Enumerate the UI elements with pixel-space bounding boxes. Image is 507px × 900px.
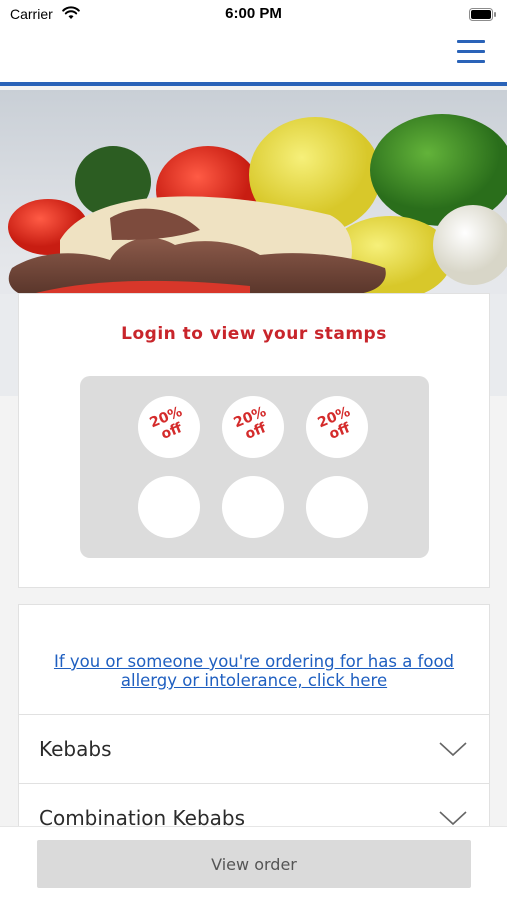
allergy-link-line[interactable]: If you or someone you're ordering for ha… [19,652,489,671]
stamp-slot: 20% off [222,396,284,458]
stamp-slot-empty [222,476,284,538]
stamp-grid: 20% off 20% off 20% off [80,376,429,558]
menu-card: If you or someone you're ordering for ha… [18,604,490,864]
status-bar: Carrier 6:00 PM [0,0,507,28]
stamp-login-prompt[interactable]: Login to view your stamps [19,324,489,344]
battery-icon [469,6,497,25]
allergy-info-link[interactable]: If you or someone you're ordering for ha… [19,652,489,690]
stamp-slot-empty [306,476,368,538]
allergy-link-line[interactable]: allergy or intolerance, click here [19,671,489,690]
stamp-slot-empty [138,476,200,538]
clock: 6:00 PM [225,5,282,22]
category-row-kebabs[interactable]: Kebabs [19,714,489,784]
hamburger-menu-icon[interactable] [457,40,485,66]
category-label: Kebabs [39,737,112,761]
bottom-bar: View order [0,826,507,900]
stamp-slot: 20% off [306,396,368,458]
chevron-down-icon [439,741,467,761]
top-navbar [0,28,507,86]
stamp-slot: 20% off [138,396,200,458]
view-order-button[interactable]: View order [37,840,471,888]
stamp-card: Login to view your stamps 20% off 20% off … [18,293,490,588]
